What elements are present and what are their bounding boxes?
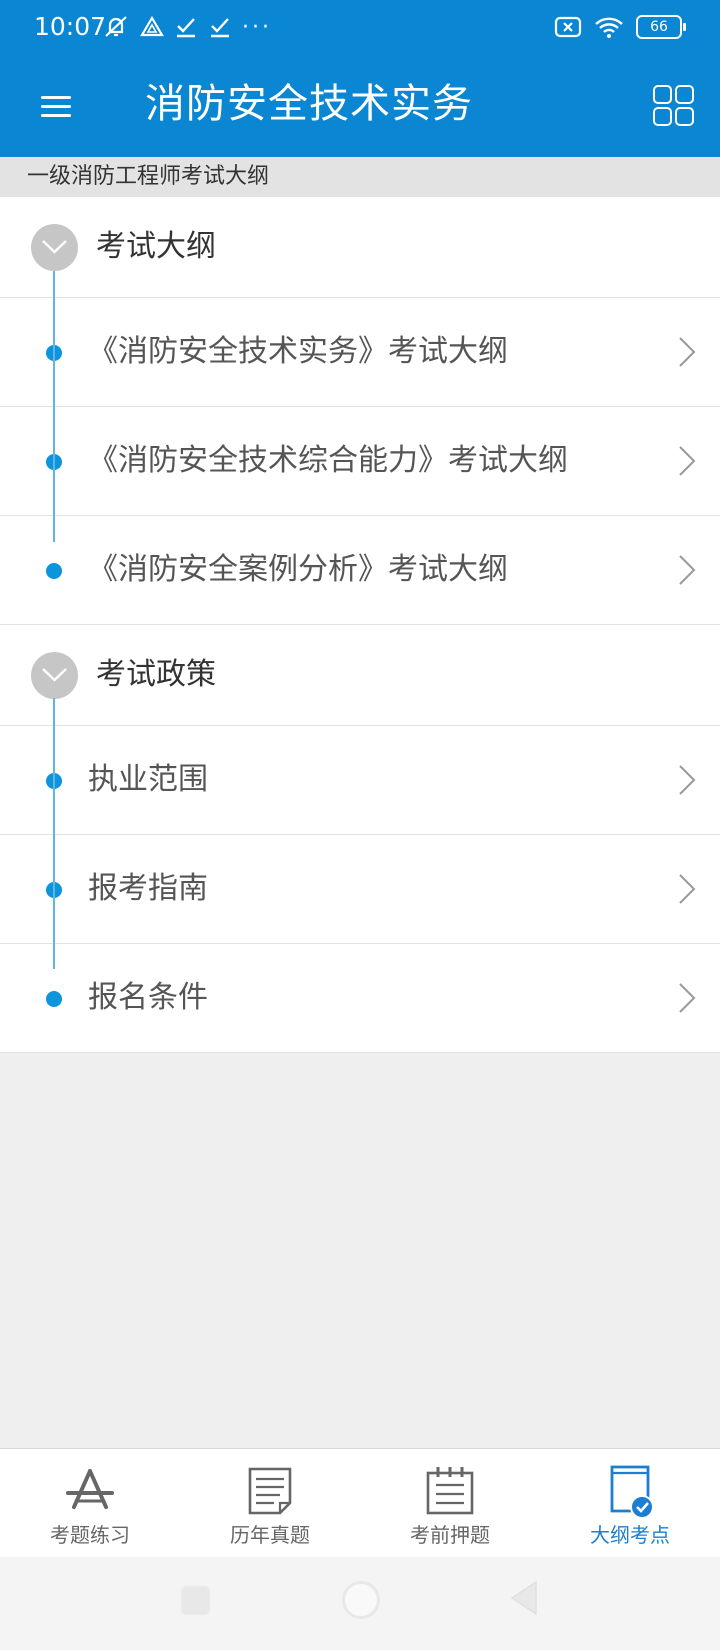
- list-item-label: 执业范围: [88, 762, 208, 797]
- syllabus-icon: [610, 1465, 654, 1519]
- chevron-right-icon: [679, 555, 696, 585]
- system-nav-bar: [0, 1557, 720, 1650]
- chevron-right-icon: [679, 874, 696, 904]
- check-icon: [177, 18, 195, 38]
- list-item[interactable]: 报名条件: [0, 944, 720, 1053]
- status-time: 10:07: [34, 12, 107, 41]
- tab-practice[interactable]: 考题练习: [0, 1449, 180, 1557]
- back-button[interactable]: [508, 1579, 538, 1617]
- recent-apps-button[interactable]: [182, 1587, 209, 1614]
- home-button[interactable]: [342, 1581, 380, 1619]
- predicted-questions-icon: [426, 1467, 474, 1515]
- menu-icon: [41, 96, 71, 99]
- tab-past-papers[interactable]: 历年真题: [180, 1449, 360, 1557]
- collapse-toggle[interactable]: [31, 224, 78, 271]
- subheader: 一级消防工程师考试大纲: [0, 157, 720, 197]
- bottom-tab-bar: 考题练习 历年真题 考前押题 大纲考点: [0, 1448, 720, 1558]
- list-item[interactable]: 报考指南: [0, 835, 720, 944]
- list-item-label: 报考指南: [88, 871, 208, 906]
- menu-button[interactable]: [30, 84, 82, 128]
- chevron-down-icon: [42, 668, 67, 682]
- chevron-right-icon: [679, 446, 696, 476]
- status-notification-icons: ···: [102, 12, 272, 42]
- grid-icon: [653, 85, 672, 104]
- app-bar: 消防安全技术实务: [0, 54, 720, 157]
- more-notifications-icon: ···: [242, 14, 272, 40]
- battery-icon: 66: [636, 15, 686, 39]
- list-item-label: 《消防安全案例分析》考试大纲: [88, 552, 508, 587]
- tab-label: 大纲考点: [590, 1523, 670, 1547]
- section-title: 考试政策: [96, 657, 216, 692]
- outline-list: 考试大纲 《消防安全技术实务》考试大纲 《消防安全技术综合能力》考试大纲 《消防…: [0, 197, 720, 1053]
- timeline-line: [53, 271, 55, 542]
- list-item-label: 报名条件: [88, 980, 208, 1015]
- list-item[interactable]: 执业范围: [0, 726, 720, 835]
- list-item[interactable]: 《消防安全案例分析》考试大纲: [0, 516, 720, 625]
- chevron-right-icon: [679, 765, 696, 795]
- tab-predicted-questions[interactable]: 考前押题: [360, 1449, 540, 1557]
- list-item[interactable]: 《消防安全技术综合能力》考试大纲: [0, 407, 720, 516]
- mute-icon: [105, 16, 127, 37]
- tab-label: 考题练习: [50, 1523, 130, 1547]
- wifi-icon: [595, 17, 623, 38]
- chevron-right-icon: [679, 983, 696, 1013]
- section-header-policy[interactable]: 考试政策: [0, 625, 720, 726]
- timeline-dot: [46, 563, 62, 579]
- grid-menu-button[interactable]: [650, 82, 698, 130]
- tab-syllabus[interactable]: 大纲考点: [540, 1449, 720, 1557]
- list-item-label: 《消防安全技术综合能力》考试大纲: [88, 443, 568, 478]
- tab-label: 考前押题: [410, 1523, 490, 1547]
- practice-icon: [66, 1469, 114, 1509]
- status-system-icons: 66: [554, 12, 686, 42]
- status-bar: 10:07 ··· 66: [0, 0, 720, 54]
- collapse-toggle[interactable]: [31, 652, 78, 699]
- chevron-right-icon: [679, 337, 696, 367]
- chevron-down-icon: [42, 240, 67, 254]
- tab-label: 历年真题: [230, 1523, 310, 1547]
- timeline-line: [53, 698, 55, 969]
- past-papers-icon: [248, 1467, 292, 1515]
- no-sim-icon: [554, 16, 582, 38]
- section-title: 考试大纲: [96, 229, 216, 264]
- timeline-dot: [46, 991, 62, 1007]
- page-title: 消防安全技术实务: [145, 81, 473, 127]
- list-item-label: 《消防安全技术实务》考试大纲: [88, 334, 508, 369]
- drive-icon: [140, 15, 164, 37]
- list-item[interactable]: 《消防安全技术实务》考试大纲: [0, 298, 720, 407]
- section-header-syllabus[interactable]: 考试大纲: [0, 197, 720, 298]
- check-icon: [211, 18, 229, 38]
- subheader-text: 一级消防工程师考试大纲: [27, 164, 270, 189]
